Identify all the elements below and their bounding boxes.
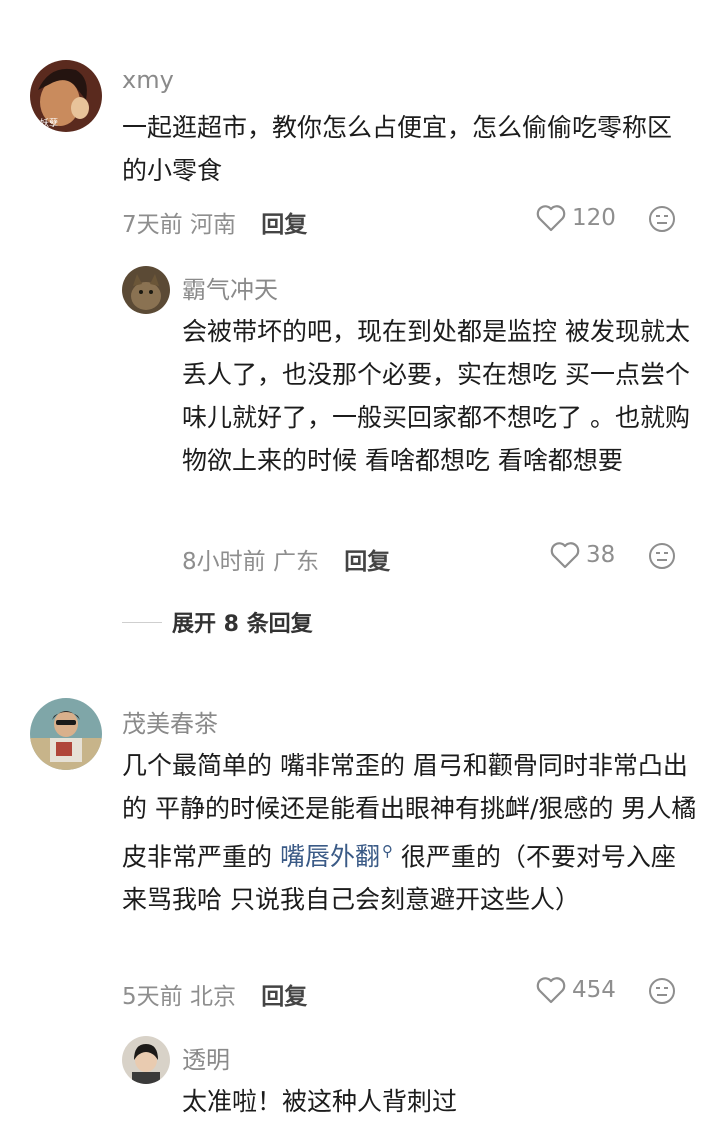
like-count: 120 [572, 205, 616, 231]
avatar[interactable]: 妖孽 [30, 60, 102, 132]
avatar[interactable] [122, 1036, 170, 1084]
username[interactable]: xmy [122, 66, 174, 94]
emoji-face-icon[interactable] [648, 542, 676, 574]
like-button[interactable]: 120 [536, 204, 616, 232]
username[interactable]: 茂美春茶 [122, 704, 218, 739]
reply-button[interactable]: 回复 [261, 212, 307, 238]
like-count: 38 [586, 542, 616, 568]
search-link-icon: ⚲ [381, 842, 393, 860]
search-link-text: 嘴唇外翻 [279, 842, 380, 872]
expand-replies-label: 展开 8 条回复 [172, 612, 313, 637]
like-button[interactable]: 454 [536, 976, 616, 1004]
heart-outline-icon [550, 542, 580, 569]
like-button[interactable]: 38 [550, 541, 615, 569]
like-count: 454 [572, 977, 616, 1003]
avatar[interactable] [122, 266, 170, 314]
emoji-face-icon[interactable] [648, 205, 676, 237]
comment-meta: 7天前 河南 回复 [122, 205, 307, 239]
reply-button[interactable]: 回复 [344, 549, 390, 575]
comment-text: 太准啦！被这种人背刺过 [182, 1087, 458, 1116]
comment-text: 一起逛超市，教你怎么占便宜，怎么偷偷吃零称区的小零食 [122, 113, 673, 185]
timestamp: 5天前 [122, 984, 183, 1010]
heart-outline-icon [536, 205, 566, 232]
username[interactable]: 透明 [182, 1040, 230, 1075]
comment-meta: 8小时前 广东 回复 [182, 542, 390, 576]
location: 河南 [189, 212, 236, 238]
comment-text: 会被带坏的吧，现在到处都是监控 被发现就太丢人了，也没那个必要，实在想吃 买一点… [182, 317, 690, 475]
username[interactable]: 霸气冲天 [182, 270, 278, 305]
avatar[interactable] [30, 698, 102, 770]
location: 北京 [189, 984, 236, 1010]
search-link[interactable]: 嘴唇外翻 ⚲ [280, 842, 393, 871]
timestamp: 8小时前 [182, 549, 266, 575]
expand-replies-button[interactable]: 展开 8 条回复 [122, 606, 313, 638]
heart-outline-icon [536, 977, 566, 1004]
comment-meta: 5天前 北京 回复 [122, 977, 307, 1011]
timestamp: 7天前 [122, 212, 183, 238]
comment-text: 几个最简单的 嘴非常歪的 眉弓和颧骨同时非常凸出的 平静的时候还是能看出眼神有挑… [122, 744, 700, 921]
avatar-caption: 妖孽 [40, 117, 58, 129]
divider [122, 621, 162, 623]
emoji-face-icon[interactable] [648, 977, 676, 1009]
reply-button[interactable]: 回复 [261, 984, 307, 1010]
location: 广东 [272, 549, 319, 575]
